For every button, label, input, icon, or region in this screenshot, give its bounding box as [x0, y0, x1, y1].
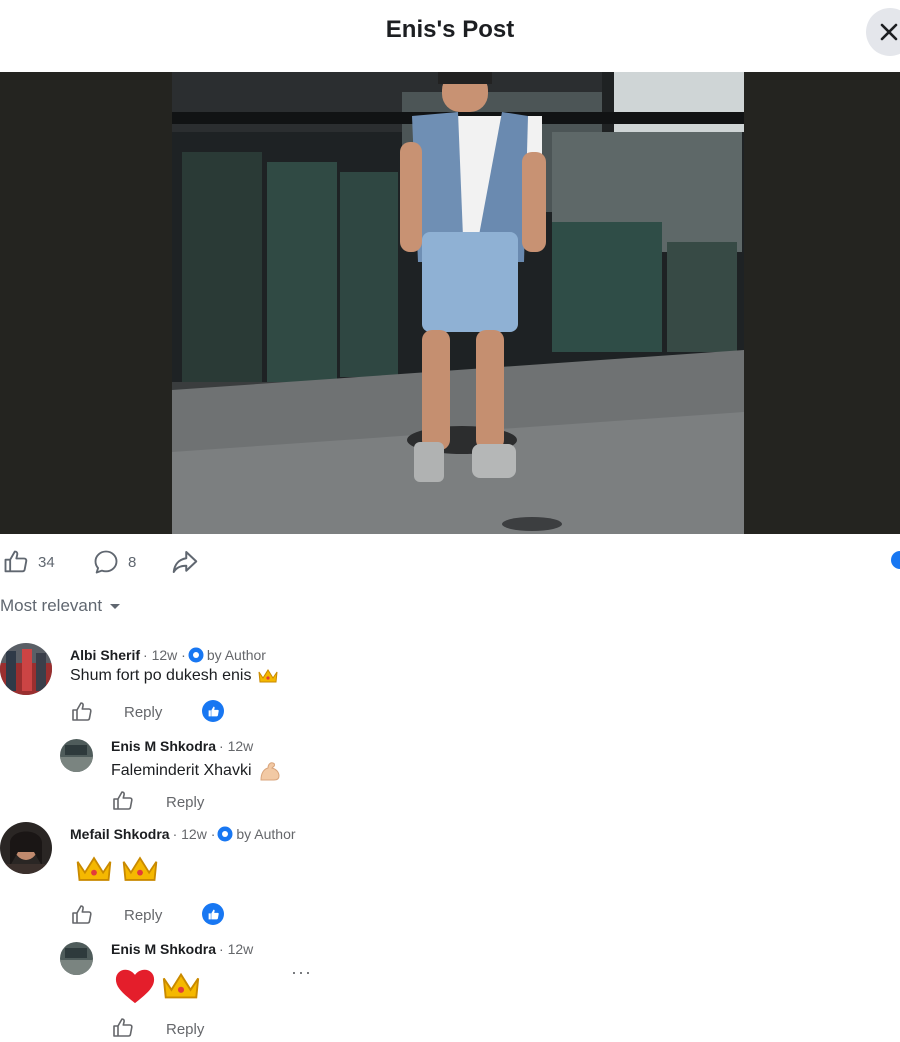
crown-emoji-icon [122, 856, 158, 881]
like-button[interactable]: 34 [2, 545, 55, 579]
author-badge: by Author [217, 826, 296, 842]
thumbs-up-icon [113, 1018, 133, 1037]
author-name: Albi Sherif [70, 647, 141, 663]
comment-text: Faleminderit Xhavki [111, 760, 282, 782]
avatar[interactable] [0, 822, 52, 874]
comment-text: Shum fort po dukesh enis [70, 667, 279, 685]
like-reaction-icon [208, 706, 219, 716]
comment-author[interactable]: Enis M Shkodra · 12w [111, 941, 253, 957]
reply-button[interactable]: Reply [124, 704, 162, 721]
page-title: Enis's Post [385, 16, 515, 43]
author-name: Enis M Shkodra [111, 738, 217, 754]
comment-icon [94, 550, 118, 574]
comment-author[interactable]: Albi Sherif · 12w · by Author [70, 647, 266, 663]
close-icon [880, 23, 898, 41]
reply-button[interactable]: Reply [166, 1021, 204, 1038]
post-photo[interactable] [0, 72, 900, 534]
avatar[interactable] [60, 942, 93, 975]
comment-like-button[interactable] [70, 903, 94, 927]
comment-text [74, 851, 160, 887]
comment-sort-dropdown[interactable]: Most relevant [0, 596, 122, 616]
author-name: Enis M Shkodra [111, 941, 217, 957]
crown-emoji-icon [258, 669, 278, 683]
share-button[interactable] [170, 545, 200, 579]
comment-button[interactable]: 8 [92, 545, 136, 579]
comment-time: · 12w [219, 941, 254, 957]
photo-image [172, 72, 744, 534]
like-reaction-badge [202, 903, 224, 925]
badge-label: by Author [236, 826, 296, 842]
caret-down-icon [110, 604, 121, 609]
author-badge: by Author [188, 647, 266, 663]
comment-author[interactable]: Enis M Shkodra · 12w [111, 738, 253, 754]
more-options-button[interactable]: ··· [291, 962, 312, 983]
avatar[interactable] [60, 739, 93, 772]
comment-time: · 12w · [172, 826, 216, 842]
thumbs-up-icon [4, 550, 28, 573]
red-heart-emoji-icon [115, 969, 155, 1004]
crown-emoji-icon [76, 856, 112, 881]
comment-text [112, 965, 202, 1007]
author-name: Mefail Shkodra [70, 826, 170, 842]
verified-icon [217, 826, 233, 842]
post-actions: 34 8 [0, 545, 900, 579]
comment-time: · 12w · [143, 647, 186, 663]
comment-count: 8 [128, 553, 137, 571]
like-reaction-badge [202, 700, 224, 722]
crown-emoji-icon [162, 972, 200, 999]
thumbs-up-icon [72, 905, 92, 924]
comment-text-body: Shum fort po dukesh enis [70, 667, 252, 684]
comment-like-button[interactable] [111, 1016, 135, 1040]
like-count: 34 [38, 553, 55, 571]
sort-label: Most relevant [0, 596, 103, 615]
avatar[interactable] [0, 643, 52, 695]
close-button[interactable] [866, 8, 900, 56]
share-icon [172, 551, 198, 573]
comment-like-button[interactable] [111, 789, 135, 813]
comment-like-button[interactable] [70, 700, 94, 724]
reply-button[interactable]: Reply [166, 794, 204, 811]
comment-author[interactable]: Mefail Shkodra · 12w · by Author [70, 826, 296, 842]
post-header: Enis's Post [0, 0, 900, 72]
comment-time: · 12w [219, 738, 254, 754]
flexed-biceps-emoji-icon [259, 762, 280, 781]
badge-label: by Author [206, 647, 266, 663]
like-reaction-icon [208, 909, 219, 919]
reply-button[interactable]: Reply [124, 907, 162, 924]
comment-text-body: Faleminderit Xhavki [111, 762, 252, 779]
thumbs-up-icon [113, 791, 133, 810]
thumbs-up-icon [72, 702, 92, 721]
verified-icon [188, 647, 204, 663]
